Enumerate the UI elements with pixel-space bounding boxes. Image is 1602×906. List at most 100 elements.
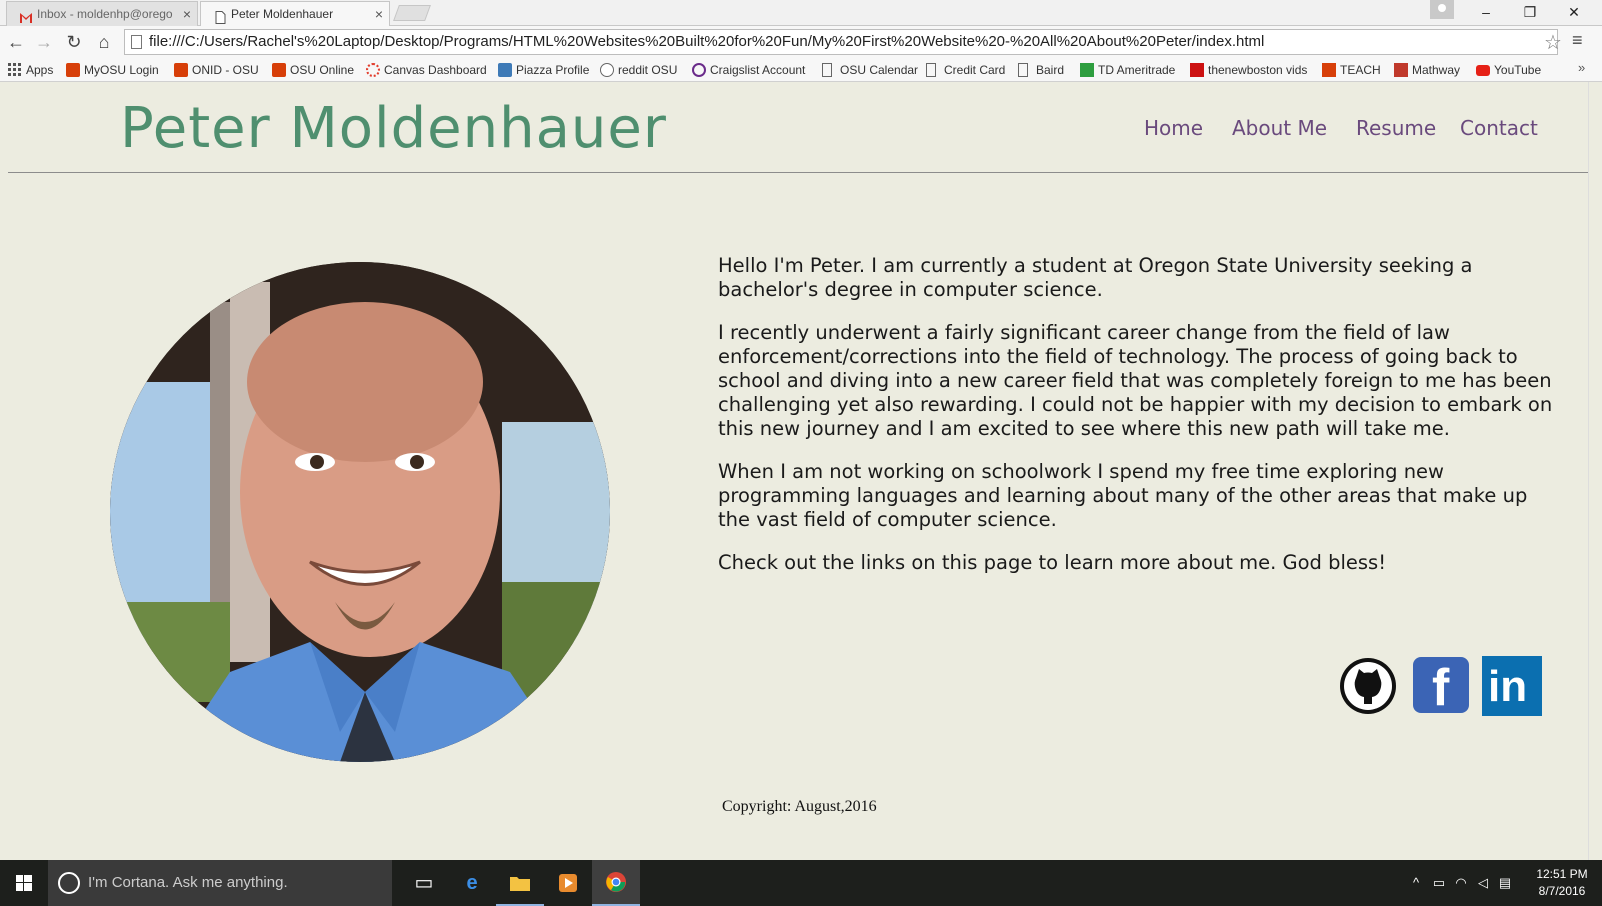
bio-text: Hello I'm Peter. I am currently a studen… (718, 254, 1558, 594)
bookmark-label: TEACH (1340, 63, 1381, 77)
bookmark-onid-osu[interactable]: ONID - OSU (174, 60, 259, 80)
nav-resume[interactable]: Resume (1356, 116, 1436, 140)
reload-icon[interactable]: ↻ (62, 30, 86, 54)
page-icon (926, 63, 936, 77)
menu-icon[interactable]: ≡ (1572, 30, 1583, 51)
bookmark-label: Piazza Profile (516, 63, 590, 77)
bookmark-td-ameritrade[interactable]: TD Ameritrade (1080, 60, 1175, 80)
piazza-icon (498, 63, 512, 77)
github-link[interactable] (1338, 656, 1398, 716)
back-icon[interactable]: ← (4, 30, 28, 54)
nav-about-me[interactable]: About Me (1232, 116, 1327, 140)
apps-grid-icon (8, 63, 22, 77)
bookmark-label: OSU Calendar (840, 63, 919, 77)
bookmark-label: Baird (1036, 63, 1065, 77)
youtube-icon (1476, 65, 1490, 76)
bookmark-osu-online[interactable]: OSU Online (272, 60, 354, 80)
task-view-icon[interactable]: ▭ (400, 860, 448, 906)
bookmark-reddit-osu[interactable]: reddit OSU (600, 60, 677, 80)
new-tab-button[interactable] (393, 5, 431, 21)
bookmark-mathway[interactable]: Mathway (1394, 60, 1460, 80)
bookmark-canvas-dashboard[interactable]: Canvas Dashboard (366, 60, 487, 80)
bookmark-credit-card[interactable]: Credit Card (926, 60, 1005, 80)
start-button[interactable] (0, 860, 48, 906)
taskbar-clock[interactable]: 12:51 PM 8/7/2016 (1530, 866, 1594, 900)
bookmark-label: MyOSU Login (84, 63, 159, 77)
bookmark-label: thenewboston vids (1208, 63, 1308, 77)
cortana-placeholder: I'm Cortana. Ask me anything. (88, 874, 288, 891)
nav-contact[interactable]: Contact (1460, 116, 1538, 140)
page-icon (1018, 63, 1028, 77)
file-explorer-icon[interactable] (496, 860, 544, 906)
osu-icon (272, 63, 286, 77)
bookmark-craigslist-account[interactable]: Craigslist Account (692, 60, 805, 80)
bookmark-piazza-profile[interactable]: Piazza Profile (498, 60, 589, 80)
copyright-text: Copyright: August,2016 (722, 798, 877, 815)
edge-icon[interactable]: e (448, 860, 496, 906)
web-page: Peter Moldenhauer Home About Me Resume C… (0, 82, 1602, 860)
tab-title: Inbox - moldenhp@orego (37, 7, 173, 21)
page-icon (131, 35, 142, 49)
media-player-icon[interactable] (544, 860, 592, 906)
facebook-glyph: f (1432, 659, 1450, 717)
tab-inbox[interactable]: Inbox - moldenhp@orego × (6, 1, 198, 26)
reddit-icon (600, 63, 614, 77)
nav-home[interactable]: Home (1144, 116, 1203, 140)
chrome-icon[interactable] (592, 860, 640, 906)
bookmark-label: Mathway (1412, 63, 1461, 77)
bookmark-label: reddit OSU (618, 63, 678, 77)
bio-paragraph-3: When I am not working on schoolwork I sp… (718, 460, 1528, 531)
page-icon (213, 8, 227, 24)
cortana-search-box[interactable]: I'm Cortana. Ask me anything. (48, 860, 392, 906)
minimize-button[interactable]: – (1464, 0, 1508, 24)
close-tab-icon[interactable]: × (375, 2, 383, 26)
clock-time: 12:51 PM (1536, 867, 1588, 881)
bookmark-baird[interactable]: Baird (1018, 60, 1064, 80)
bio-paragraph-2: I recently underwent a fairly significan… (718, 321, 1553, 440)
header-divider (8, 172, 1593, 173)
canvas-icon (366, 63, 380, 77)
restore-button[interactable]: ❐ (1508, 0, 1552, 24)
windows-taskbar: I'm Cortana. Ask me anything. ▭ e ^ ▭ ◠ … (0, 860, 1602, 906)
battery-icon[interactable]: ▭ (1430, 860, 1448, 906)
wifi-icon[interactable]: ◠ (1452, 860, 1470, 906)
facebook-link[interactable]: f (1412, 656, 1472, 716)
bookmark-label: Craigslist Account (710, 63, 806, 77)
bookmark-apps[interactable]: Apps (8, 60, 53, 80)
action-center-icon[interactable]: ▤ (1496, 860, 1514, 906)
bio-paragraph-4: Check out the links on this page to lear… (718, 551, 1387, 574)
profile-photo (110, 262, 610, 762)
bookmark-label: YouTube (1494, 63, 1542, 77)
bookmark-osu-calendar[interactable]: OSU Calendar (822, 60, 918, 80)
linkedin-link[interactable]: in (1482, 656, 1542, 716)
close-tab-icon[interactable]: × (183, 2, 191, 26)
tab-title: Peter Moldenhauer (231, 7, 334, 21)
peace-icon (692, 63, 706, 77)
volume-icon[interactable]: ◁ (1474, 860, 1492, 906)
browser-toolbar: ← → ↻ ⌂ file:///C:/Users/Rachel's%20Lapt… (0, 26, 1602, 58)
mathway-icon (1394, 63, 1408, 77)
bookmark-myosu-login[interactable]: MyOSU Login (66, 60, 159, 80)
bookmark-teach[interactable]: TEACH (1322, 60, 1381, 80)
page-scrollbar[interactable] (1588, 82, 1602, 860)
forward-icon[interactable]: → (32, 30, 56, 54)
cortana-icon (58, 872, 80, 894)
address-bar[interactable]: file:///C:/Users/Rachel's%20Laptop/Deskt… (124, 29, 1558, 55)
bookmark-youtube[interactable]: YouTube (1476, 60, 1541, 80)
bookmark-star-icon[interactable]: ☆ (1544, 30, 1562, 55)
tab-peter-moldenhauer[interactable]: Peter Moldenhauer × (200, 1, 390, 26)
gmail-icon (19, 8, 33, 23)
bookmark-thenewboston-vids[interactable]: thenewboston vids (1190, 60, 1307, 80)
thenewboston-icon (1190, 63, 1204, 77)
home-icon[interactable]: ⌂ (92, 30, 116, 54)
github-icon (1340, 658, 1396, 714)
bookmark-label: TD Ameritrade (1098, 63, 1176, 77)
close-window-button[interactable]: ✕ (1552, 0, 1596, 24)
profile-icon[interactable] (1430, 0, 1454, 19)
more-bookmarks-button[interactable]: » (1578, 60, 1585, 75)
bookmark-label: OSU Online (290, 63, 355, 77)
windows-logo-icon (16, 875, 32, 891)
osu-coe-icon (1322, 63, 1336, 77)
tray-chevron-icon[interactable]: ^ (1408, 860, 1424, 906)
url-text: file:///C:/Users/Rachel's%20Laptop/Deskt… (149, 33, 1265, 50)
